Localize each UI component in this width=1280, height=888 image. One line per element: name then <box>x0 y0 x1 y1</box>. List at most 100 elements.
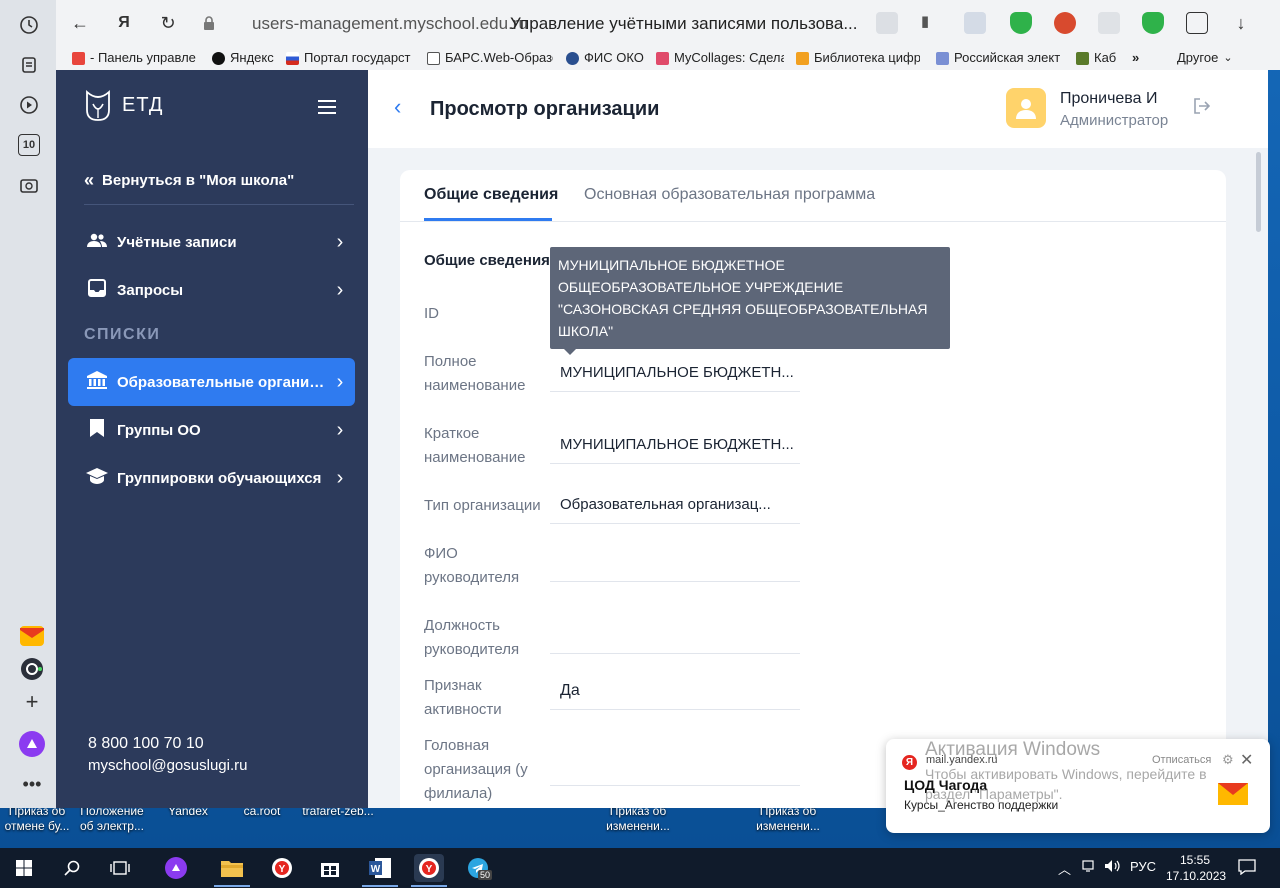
chevron-right-icon: › <box>336 278 344 301</box>
shield-icon[interactable] <box>1010 12 1032 34</box>
task-view-icon[interactable] <box>106 854 134 882</box>
back-to-school-link[interactable]: « Вернуться в "Моя школа" <box>84 170 294 191</box>
tray-expand-icon[interactable]: ︿ <box>1058 859 1071 878</box>
add-icon[interactable]: + <box>14 684 50 720</box>
field-value-head-name[interactable] <box>550 544 800 582</box>
active-tab-indicator <box>424 218 552 221</box>
field-value-parent-org[interactable] <box>550 748 800 786</box>
page-header: ‹ Просмотр организации Проничева И Админ… <box>368 70 1268 148</box>
tab-main-program[interactable]: Основная образовательная программа <box>584 186 875 204</box>
back-icon[interactable]: ← <box>69 12 91 34</box>
yandex-icon: Я <box>902 755 917 770</box>
field-label-full-name: Полное наименование <box>424 353 526 394</box>
chevron-right-icon: › <box>336 418 344 441</box>
running-indicator <box>411 885 447 887</box>
support-email[interactable]: myschool@gosuslugi.ru <box>88 755 247 777</box>
address-bar[interactable]: users-management.myschool.edu.ru <box>252 11 552 37</box>
alice-taskbar-icon[interactable] <box>162 854 190 882</box>
bookmarks-more[interactable]: » <box>1132 49 1148 67</box>
desktop-icon[interactable]: Приказ об изменени... <box>598 804 678 834</box>
field-value-full-name[interactable]: МУНИЦИПАЛЬНОЕ БЮДЖЕТН... <box>550 354 800 392</box>
field-value-head-position[interactable] <box>550 616 800 654</box>
bookmark-item[interactable]: Российская элект <box>936 49 1062 67</box>
bookmark-item[interactable]: Каб <box>1076 49 1124 67</box>
svg-text:Y: Y <box>426 864 433 875</box>
collections-extension-icon[interactable] <box>1186 12 1208 34</box>
app-logo[interactable]: ЕТД <box>84 88 163 122</box>
double-chevron-left-icon: « <box>84 170 95 190</box>
reload-icon[interactable]: ↻ <box>157 12 179 34</box>
search-icon[interactable] <box>58 854 86 882</box>
mail-app-icon[interactable] <box>14 618 50 654</box>
handshake-icon[interactable] <box>1098 12 1120 34</box>
page-tab-title: Управление учётными записями пользова... <box>510 14 858 33</box>
page-title: Просмотр организации <box>430 98 660 120</box>
yandex-browser-icon[interactable]: Y <box>268 854 296 882</box>
menu-icon[interactable] <box>318 100 336 114</box>
sidebar-item-groups[interactable]: Группы ОО › <box>68 406 355 454</box>
bookmark-item[interactable]: - Панель управле <box>72 49 196 67</box>
download-icon[interactable]: ↓ <box>1230 12 1252 34</box>
sidebar-item-label: Группировки обучающихся <box>117 469 322 487</box>
volume-icon[interactable] <box>1104 859 1122 876</box>
bookmark-item[interactable]: БАРС.Web-Образо <box>427 49 553 67</box>
sidebar-item-label: Образовательные организа... <box>117 373 325 391</box>
running-indicator <box>214 885 250 887</box>
lock-icon[interactable] <box>198 12 220 34</box>
scrollbar[interactable] <box>1256 152 1261 232</box>
windows-start-icon[interactable] <box>10 854 38 882</box>
desktop-icon[interactable]: Приказ об изменени... <box>748 804 828 834</box>
screenshot-icon[interactable] <box>18 174 40 196</box>
support-contacts: 8 800 100 70 10 myschool@gosuslugi.ru <box>88 733 247 777</box>
sidebar-item-requests[interactable]: Запросы › <box>68 266 355 314</box>
browser-toolbar: ← Я ↻ users-management.myschool.edu.ru У… <box>56 0 1280 46</box>
sidebar-item-student-groupings[interactable]: Группировки обучающихся › <box>68 454 355 502</box>
field-label-active: Признак активности <box>424 677 502 718</box>
history-icon[interactable] <box>18 14 40 36</box>
clock[interactable]: 15:55 17.10.2023 <box>1166 852 1226 884</box>
network-icon[interactable] <box>1082 859 1098 876</box>
counter-icon[interactable]: 10 <box>18 134 40 156</box>
extension-icon[interactable] <box>1054 12 1076 34</box>
support-phone[interactable]: 8 800 100 70 10 <box>88 733 247 755</box>
owl-logo-icon <box>86 89 110 121</box>
sidebar-item-organizations[interactable]: Образовательные организа... › <box>68 358 355 406</box>
chevron-left-icon[interactable]: ‹ <box>394 94 401 120</box>
desktop-icon[interactable]: Положение об электр... <box>72 804 152 834</box>
bookmark-item[interactable]: MyCollages: Сдела <box>656 49 784 67</box>
mail-extension-icon[interactable] <box>964 12 986 34</box>
alice-app-icon[interactable] <box>14 651 50 687</box>
protect-icon[interactable] <box>1142 12 1164 34</box>
collections-icon[interactable] <box>18 54 40 76</box>
field-value-short-name[interactable]: МУНИЦИПАЛЬНОЕ БЮДЖЕТН... <box>550 426 800 464</box>
avatar[interactable] <box>1006 88 1046 128</box>
video-icon[interactable] <box>18 94 40 116</box>
bookmark-item[interactable]: ФИС ОКО <box>566 49 646 67</box>
yandex-icon[interactable]: Я <box>113 12 135 34</box>
tab-general[interactable]: Общие сведения <box>424 186 558 204</box>
field-label-id: ID <box>424 305 439 322</box>
more-icon[interactable]: ••• <box>14 766 50 802</box>
bookmark-item[interactable]: Яндекс <box>212 49 278 67</box>
bookmarks-other[interactable]: Другое ⌄ <box>1177 49 1247 67</box>
yandex-browser-active-icon[interactable]: Y <box>414 854 444 882</box>
notifications-icon[interactable] <box>1238 859 1256 878</box>
alice-icon[interactable] <box>14 726 50 762</box>
field-value-active[interactable]: Да <box>550 672 800 710</box>
bookmark-item[interactable]: Портал государст <box>286 49 413 67</box>
desktop-icon[interactable]: Приказ об отмене бу... <box>0 804 77 834</box>
store-icon[interactable] <box>316 854 344 882</box>
taskbar: Y W Y 50 ︿ РУС 15:55 17.10.2023 <box>0 848 1280 888</box>
chevron-down-icon: ⌄ <box>1223 52 1233 64</box>
logout-icon[interactable] <box>1194 98 1211 119</box>
language-indicator[interactable]: РУС <box>1130 859 1156 874</box>
bookmark-icon[interactable]: ▮ <box>914 12 936 34</box>
file-explorer-icon[interactable] <box>218 854 246 882</box>
sidebar-item-accounts[interactable]: Учётные записи › <box>68 218 355 266</box>
field-value-org-type[interactable]: Образовательная организац... <box>550 486 800 524</box>
field-label-head-position: Должность руководителя <box>424 617 520 658</box>
word-icon[interactable]: W <box>366 854 394 882</box>
bookmark-item[interactable]: Библиотека цифр <box>796 49 920 67</box>
bookmark-icon <box>86 418 108 442</box>
tabs-counter-icon[interactable] <box>876 12 898 34</box>
